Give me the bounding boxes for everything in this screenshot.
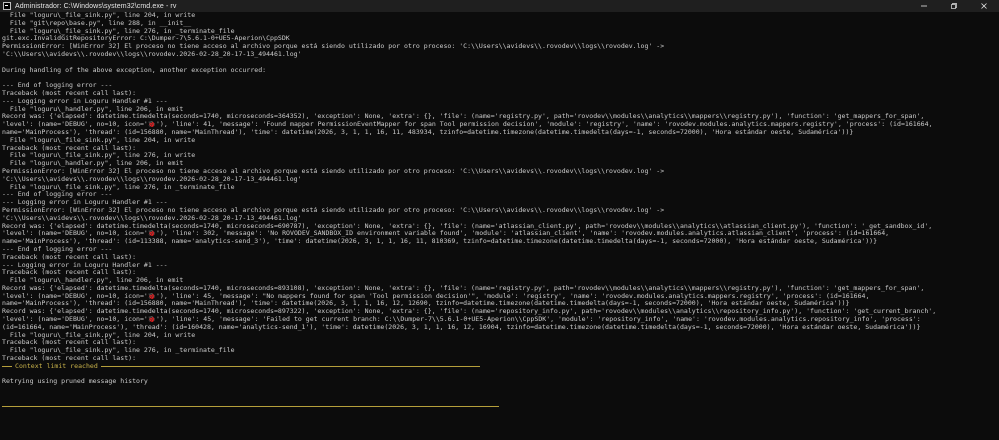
banner-rule-right — [100, 366, 480, 368]
console-line: File "loguru\_file_sink.py", line 204, i… — [2, 331, 196, 339]
console-line: name='MainProcess'), 'thread': (id=11338… — [2, 238, 878, 246]
console-line: File "loguru\_file_sink.py", line 276, i… — [2, 152, 196, 160]
context-limit-text: Context limit reached — [15, 361, 98, 370]
console-line: Traceback (most recent call last): — [2, 144, 137, 152]
console-line: 'level': (name='DEBUG', no=10, icon='🐞')… — [2, 230, 890, 238]
console-line: Record was: {'elapsed': datetime.timedel… — [2, 113, 925, 121]
console-line: 'C:\\Users\\avidevs\\.rovodev\\logs\\rov… — [2, 50, 302, 58]
console-line: File "loguru\_handler.py", line 206, in … — [2, 160, 184, 168]
banner-rule-left — [2, 366, 12, 368]
console-line: --- Logging error in Loguru Handler #1 -… — [2, 261, 168, 269]
console-line: 'level': (name='DEBUG', no=10, icon='🐞')… — [2, 316, 921, 324]
console-line: (id=161664, name='MainProcess'), 'thread… — [2, 323, 921, 331]
console-line: 'level': (name='DEBUG', no=10, icon='🐞')… — [2, 121, 933, 129]
console-line: --- End of logging error --- — [2, 191, 113, 199]
console-line: PermissionError: [WinError 32] El proces… — [2, 43, 665, 51]
close-icon — [981, 3, 987, 9]
console-line: During handling of the above exception, … — [2, 66, 267, 74]
console-line: Traceback (most recent call last): — [2, 89, 137, 97]
console-line: Record was: {'elapsed': datetime.timedel… — [2, 222, 933, 230]
window-title: Administrador: C:\Windows\system32\cmd.e… — [15, 2, 177, 10]
console-line: File "loguru\_file_sink.py", line 276, i… — [2, 27, 235, 35]
close-button[interactable] — [969, 0, 999, 12]
console-line: File "loguru\_file_sink.py", line 204, i… — [2, 136, 196, 144]
console-line: --- End of logging error --- — [2, 82, 113, 90]
console-line: File "loguru\_file_sink.py", line 276, i… — [2, 347, 235, 355]
minimize-button[interactable] — [909, 0, 939, 12]
cmd-icon — [3, 2, 11, 10]
console-line: Traceback (most recent call last): — [2, 355, 137, 363]
console-line: git.exc.InvalidGitRepositoryError: C:\Du… — [2, 35, 290, 43]
log-lines: File "loguru\_file_sink.py", line 204, i… — [2, 12, 997, 363]
console-line: File "loguru\_handler.py", line 206, in … — [2, 277, 184, 285]
separator-rule — [2, 402, 997, 410]
console-line: File "loguru\_file_sink.py", line 204, i… — [2, 12, 196, 19]
console-line: Traceback (most recent call last): — [2, 339, 137, 347]
minimize-icon — [921, 5, 927, 7]
console-line: --- Logging error in Loguru Handler #1 -… — [2, 97, 168, 105]
title-bar[interactable]: Administrador: C:\Windows\system32\cmd.e… — [0, 0, 999, 12]
console-line: 'C:\\Users\\avidevs\\.rovodev\\logs\\rov… — [2, 175, 302, 183]
console-line: name='MainProcess'), 'thread': (id=15688… — [2, 128, 854, 136]
console-line: 'C:\\Users\\avidevs\\.rovodev\\logs\\rov… — [2, 214, 302, 222]
console-line: File "loguru\_file_sink.py", line 276, i… — [2, 183, 235, 191]
console-line: Traceback (most recent call last): — [2, 253, 137, 261]
console-line: File "git\repo\base.py", line 288, in __… — [2, 19, 192, 27]
context-limit-banner: Context limit reached — [2, 361, 997, 371]
console-line: PermissionError: [WinError 32] El proces… — [2, 167, 665, 175]
window-controls — [909, 0, 999, 12]
console-line: Record was: {'elapsed': datetime.timedel… — [2, 284, 925, 292]
retry-message: Retrying using pruned message history — [2, 378, 148, 386]
console-line: --- Logging error in Loguru Handler #1 -… — [2, 199, 168, 207]
console-line: 'level': (name='DEBUG', no=10, icon='🐞')… — [2, 292, 870, 300]
cmd-window: Administrador: C:\Windows\system32\cmd.e… — [0, 0, 999, 440]
console-line: PermissionError: [WinError 32] El proces… — [2, 206, 665, 214]
console-line: name='MainProcess'), 'thread': (id=15688… — [2, 300, 850, 308]
console-output[interactable]: File "loguru\_file_sink.py", line 204, i… — [2, 12, 997, 440]
console-line: Traceback (most recent call last): — [2, 269, 137, 277]
console-line: --- End of logging error --- — [2, 245, 113, 253]
restore-icon — [951, 3, 957, 9]
console-line: Record was: {'elapsed': datetime.timedel… — [2, 308, 937, 316]
maximize-button[interactable] — [939, 0, 969, 12]
console-line: File "loguru\_handler.py", line 206, in … — [2, 105, 184, 113]
